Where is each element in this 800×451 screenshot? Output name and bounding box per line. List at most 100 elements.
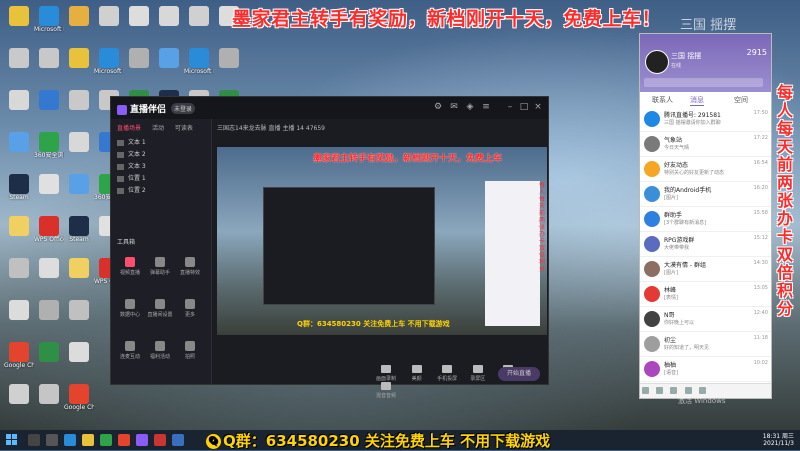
- desktop-icon[interactable]: [64, 90, 94, 130]
- go-live-button[interactable]: 开始直播: [498, 367, 540, 381]
- tool-effects[interactable]: 直播特效: [175, 257, 205, 276]
- menu-icon[interactable]: [642, 387, 649, 394]
- eye-icon[interactable]: [117, 187, 124, 194]
- tool-video-live[interactable]: 视频直播: [115, 257, 145, 276]
- list-item[interactable]: RPG游戏群 大佬带带我 15:12: [640, 232, 771, 257]
- list-item[interactable]: N哥 你好晚上可以 12:40: [640, 307, 771, 332]
- tool-room-settings[interactable]: 直播间设置: [145, 299, 175, 318]
- desktop-icon[interactable]: [124, 48, 154, 88]
- settings-icon[interactable]: [656, 387, 664, 394]
- scene-item[interactable]: 位置 1: [117, 173, 146, 185]
- tab-messages[interactable]: 消息: [690, 95, 704, 106]
- desktop-icon[interactable]: [4, 48, 34, 88]
- phone-cast-button[interactable]: 手机投屏: [434, 365, 460, 382]
- scene-item[interactable]: 文本 2: [117, 149, 146, 161]
- qq-search-input[interactable]: [644, 78, 763, 87]
- desktop-icon[interactable]: Steam: [4, 174, 34, 214]
- maximize-icon[interactable]: □: [519, 102, 529, 112]
- list-item[interactable]: 柚柚 [语音] 10:02: [640, 357, 771, 382]
- desktop-icon[interactable]: [4, 132, 34, 172]
- tool-danmu[interactable]: 弹幕助手: [145, 257, 175, 276]
- desktop-icon[interactable]: Google Chrome: [64, 384, 94, 424]
- desktop-icon[interactable]: Microsoft Edge: [34, 6, 64, 46]
- live-app-icon[interactable]: [136, 434, 148, 446]
- desktop-icon[interactable]: [64, 258, 94, 298]
- edge-icon[interactable]: [64, 434, 76, 446]
- beauty-button[interactable]: 美颜: [404, 365, 430, 382]
- store-icon[interactable]: [100, 434, 112, 446]
- desktop-icon[interactable]: [184, 6, 214, 46]
- desktop-icon[interactable]: [34, 384, 64, 424]
- eye-icon[interactable]: [117, 163, 124, 170]
- desktop-icon[interactable]: [34, 90, 64, 130]
- desktop-icon[interactable]: [64, 342, 94, 382]
- screen-area-button[interactable]: 录屏区: [465, 365, 491, 382]
- tool-data-center[interactable]: 数据中心: [115, 299, 145, 318]
- desktop-icon[interactable]: [94, 6, 124, 46]
- desktop-icon[interactable]: [4, 90, 34, 130]
- tab-readable[interactable]: 可读表: [175, 125, 193, 132]
- list-item[interactable]: 我的Android手机 [图片] 16:20: [640, 182, 771, 207]
- desktop-icon[interactable]: [34, 258, 64, 298]
- record-button[interactable]: 画面录制: [373, 365, 399, 382]
- scene-item[interactable]: 文本 3: [117, 161, 146, 173]
- desktop-icon[interactable]: [154, 6, 184, 46]
- scene-item[interactable]: 位置 2: [117, 185, 146, 197]
- tool-connect[interactable]: 连麦互动: [115, 341, 145, 360]
- start-button[interactable]: [6, 434, 18, 446]
- tab-activity[interactable]: 活动: [152, 125, 164, 132]
- tool-welfare[interactable]: 福利活动: [145, 341, 175, 360]
- search-icon[interactable]: [28, 434, 40, 446]
- mail-icon[interactable]: [684, 387, 692, 394]
- app-icon[interactable]: [698, 387, 706, 394]
- desktop-icon[interactable]: [64, 132, 94, 172]
- desktop-icon[interactable]: [64, 6, 94, 46]
- desktop-icon[interactable]: Google Chrome: [4, 342, 34, 382]
- message-icon[interactable]: ✉: [449, 102, 459, 112]
- app-title-bar[interactable]: 直播伴侣 未登录 ⚙ ✉ ◈ ≡ – □ ×: [111, 97, 548, 119]
- minimize-icon[interactable]: –: [505, 102, 515, 112]
- login-badge[interactable]: 未登录: [171, 103, 196, 114]
- live-streaming-app-window[interactable]: 直播伴侣 未登录 ⚙ ✉ ◈ ≡ – □ × 直播场景 活动 可读表 文本 1 …: [110, 96, 549, 399]
- eye-icon[interactable]: [117, 175, 124, 182]
- avatar[interactable]: [645, 50, 669, 74]
- desktop-icon[interactable]: 360安全浏览器: [34, 132, 64, 172]
- desktop-icon[interactable]: [64, 300, 94, 340]
- chrome-icon[interactable]: [118, 434, 130, 446]
- tab-contacts[interactable]: 联系人: [652, 95, 673, 105]
- stream-preview[interactable]: 墨家君主转手有奖励，新档刚开十天，免费上车 每人每天前两张办卡双倍积分 Q群：6…: [217, 147, 547, 335]
- game-icon[interactable]: [154, 434, 166, 446]
- desktop-icon[interactable]: [4, 300, 34, 340]
- list-item[interactable]: 气象站 今日天气晴 17:22: [640, 132, 771, 157]
- settings-icon[interactable]: ⚙: [433, 102, 443, 112]
- desktop-icon[interactable]: [4, 216, 34, 256]
- tool-more[interactable]: 更多: [175, 299, 205, 318]
- folder-icon[interactable]: [82, 434, 94, 446]
- list-item[interactable]: 好友动态 特别关心的好友更新了动态 16:54: [640, 157, 771, 182]
- list-item[interactable]: 群助手 [3个群聊有新消息] 15:58: [640, 207, 771, 232]
- eye-icon[interactable]: [117, 139, 124, 146]
- desktop-icon[interactable]: [124, 6, 154, 46]
- desktop-icon[interactable]: [4, 258, 34, 298]
- qq-icon[interactable]: [172, 434, 184, 446]
- list-item[interactable]: 林峰 [表情] 13:05: [640, 282, 771, 307]
- desktop-icon[interactable]: Microsoft Edge: [94, 48, 124, 88]
- desktop-icon[interactable]: Steam: [64, 216, 94, 256]
- qq-status[interactable]: 在线: [671, 62, 681, 69]
- desktop-icon[interactable]: [4, 6, 34, 46]
- close-icon[interactable]: ×: [533, 102, 543, 112]
- list-item[interactable]: 初尘 好的知道了，明天见 11:18: [640, 332, 771, 357]
- menu-icon[interactable]: ≡: [481, 102, 491, 112]
- desktop-icon[interactable]: WPS Office: [34, 216, 64, 256]
- desktop-icon[interactable]: [34, 342, 64, 382]
- desktop-icon[interactable]: [34, 300, 64, 340]
- tool-photo[interactable]: 拍照: [175, 341, 205, 360]
- desktop-icon[interactable]: [64, 48, 94, 88]
- desktop-icon[interactable]: [154, 48, 184, 88]
- qq-window[interactable]: 三国 揺摆 2915 在线 消息 联系人 空间 腾讯直播号: 291581 三国 …: [639, 33, 772, 399]
- system-clock[interactable]: 18:31 周三 2021/11/3: [763, 433, 794, 447]
- desktop-icon[interactable]: [214, 48, 244, 88]
- desktop-icon[interactable]: Microsoft Edge: [184, 48, 214, 88]
- tab-scenes[interactable]: 直播场景: [117, 125, 141, 132]
- list-item[interactable]: 大漠有情 - 群组 [图片] 14:30: [640, 257, 771, 282]
